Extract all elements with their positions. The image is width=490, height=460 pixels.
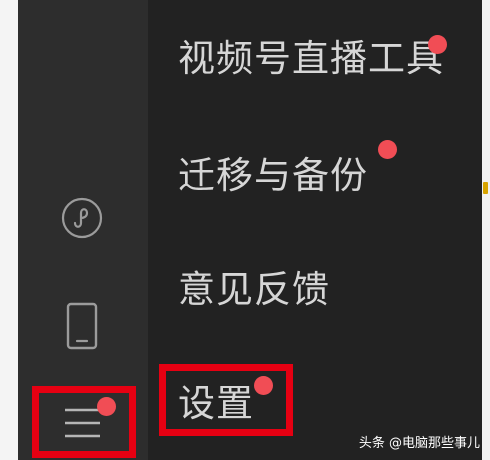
right-edge-strip [482, 0, 490, 460]
live-tools-notification-dot [428, 35, 447, 54]
watermark: 头条 @电脑那些事儿 [358, 436, 480, 451]
mini-program-icon[interactable] [60, 196, 104, 240]
more-menu-panel: 视频号直播工具 迁移与备份 意见反馈 设置 [148, 0, 482, 460]
menu-icon-highlight-box [32, 386, 136, 458]
menu-item-migrate-backup[interactable]: 迁移与备份 [178, 153, 368, 199]
phone-icon[interactable] [65, 302, 99, 350]
settings-highlight-box [159, 364, 293, 436]
menu-item-live-tools[interactable]: 视频号直播工具 [178, 36, 444, 82]
sidebar [18, 0, 148, 460]
menu-item-feedback[interactable]: 意见反馈 [178, 267, 330, 313]
migrate-backup-notification-dot [378, 140, 397, 159]
left-edge-strip [0, 0, 18, 460]
right-edge-mark [483, 182, 488, 194]
